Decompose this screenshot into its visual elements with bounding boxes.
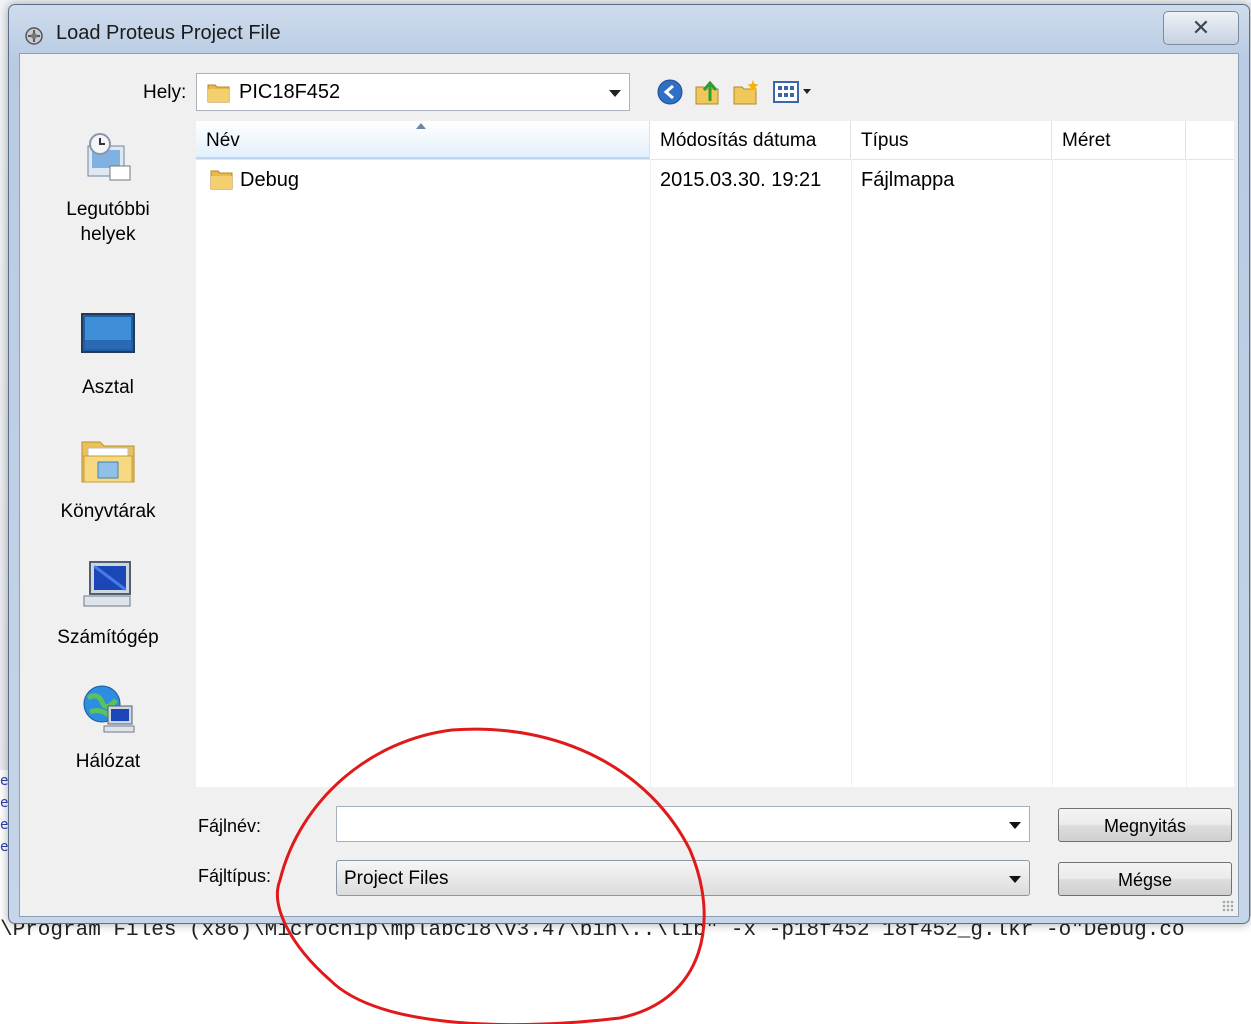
file-row[interactable]: Debug 2015.03.30. 19:21 Fájlmappa: [196, 161, 1234, 199]
place-libraries[interactable]: Könyvtárak: [26, 434, 190, 524]
dialog-client-area: Hely: PIC18F452 Legutóbbi helyek Asztal …: [19, 53, 1239, 917]
column-header-label: Név: [206, 130, 240, 151]
column-divider: [851, 159, 852, 787]
view-menu-icon: [773, 81, 811, 103]
places-bar: Legutóbbi helyek Asztal Könyvtárak Számí…: [26, 116, 190, 856]
up-folder-button[interactable]: [692, 76, 724, 108]
filename-input[interactable]: [336, 806, 1030, 842]
open-file-dialog: Load Proteus Project File ✕ Hely: PIC18F…: [8, 4, 1250, 924]
filetype-dropdown[interactable]: Project Files: [336, 860, 1030, 896]
place-label: helyek: [80, 224, 136, 245]
network-icon: [83, 685, 135, 733]
location-label: Hely:: [143, 82, 187, 103]
place-label: Számítógép: [57, 627, 159, 648]
file-list-header: Név Módosítás dátuma Típus Méret: [196, 121, 1234, 160]
chevron-down-icon[interactable]: [609, 90, 621, 97]
title-bar[interactable]: Load Proteus Project File ✕: [9, 5, 1249, 55]
file-name: Debug: [240, 169, 299, 191]
desktop-icon: [81, 313, 135, 353]
column-header-label: Méret: [1062, 130, 1111, 151]
computer-icon: [83, 561, 131, 607]
chevron-down-icon[interactable]: [1009, 822, 1021, 829]
close-button[interactable]: ✕: [1163, 11, 1239, 45]
column-divider: [650, 159, 651, 787]
resize-grip[interactable]: [1222, 900, 1234, 912]
place-label: Hálózat: [75, 751, 141, 772]
close-icon: ✕: [1191, 15, 1211, 40]
place-label: Legutóbbi: [66, 199, 150, 220]
file-list[interactable]: Név Módosítás dátuma Típus Méret Debug 2…: [196, 121, 1234, 787]
column-header-type[interactable]: Típus: [851, 121, 1052, 159]
location-dropdown[interactable]: PIC18F452: [196, 73, 630, 111]
back-icon: [657, 79, 683, 105]
file-modified: 2015.03.30. 19:21: [660, 169, 822, 191]
libraries-icon: [81, 441, 135, 483]
new-folder-icon: [733, 80, 759, 105]
folder-icon: [210, 170, 233, 190]
view-menu-button[interactable]: [772, 76, 816, 108]
window-title: Load Proteus Project File: [56, 22, 281, 44]
column-divider: [1052, 159, 1053, 787]
new-folder-button[interactable]: [730, 76, 762, 108]
column-header-size[interactable]: Méret: [1052, 121, 1186, 159]
back-button[interactable]: [654, 76, 686, 108]
place-label: Asztal: [82, 377, 134, 398]
chevron-down-icon[interactable]: [1009, 876, 1021, 883]
place-computer[interactable]: Számítógép: [26, 560, 190, 650]
column-header-label: Típus: [861, 130, 909, 151]
column-header-name[interactable]: Név: [196, 121, 650, 159]
proteus-app-icon: [25, 27, 43, 45]
place-network[interactable]: Hálózat: [26, 684, 190, 774]
cancel-button[interactable]: Mégse: [1058, 862, 1232, 896]
column-header-label: Módosítás dátuma: [660, 130, 817, 151]
filetype-label: Fájltípus:: [198, 866, 272, 886]
filename-label: Fájlnév:: [198, 816, 262, 836]
sort-ascending-icon: [416, 123, 426, 129]
file-type: Fájlmappa: [861, 169, 955, 191]
column-header-modified[interactable]: Módosítás dátuma: [650, 121, 851, 159]
up-folder-icon: [695, 80, 719, 105]
location-value: PIC18F452: [239, 81, 341, 103]
folder-icon: [207, 84, 230, 103]
column-divider: [1186, 159, 1187, 787]
recent-places-icon: [87, 133, 131, 181]
place-recent[interactable]: Legutóbbi helyek: [26, 132, 190, 247]
place-label: Könyvtárak: [60, 501, 156, 522]
place-desktop[interactable]: Asztal: [26, 310, 190, 400]
filetype-value: Project Files: [344, 868, 449, 889]
open-button[interactable]: Megnyitás: [1058, 808, 1232, 842]
